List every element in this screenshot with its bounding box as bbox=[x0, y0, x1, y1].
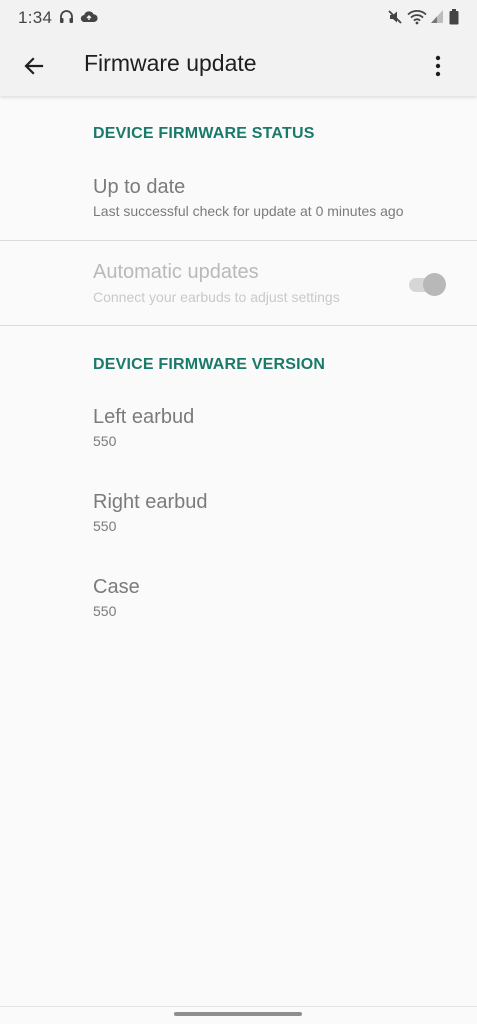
update-status-subtitle: Last successful check for update at 0 mi… bbox=[93, 203, 404, 219]
signal-icon bbox=[431, 10, 443, 23]
more-vert-icon bbox=[435, 55, 441, 77]
navigation-bar-divider bbox=[0, 1006, 477, 1007]
right-earbud-label: Right earbud bbox=[93, 491, 208, 513]
automatic-updates-title: Automatic updates bbox=[93, 261, 259, 283]
automatic-updates-subtitle: Connect your earbuds to adjust settings bbox=[93, 289, 340, 305]
gesture-handle[interactable] bbox=[174, 1012, 302, 1016]
case-version: 550 bbox=[93, 603, 117, 619]
back-button[interactable] bbox=[12, 44, 56, 88]
battery-icon bbox=[449, 9, 459, 25]
firmware-version-header: DEVICE FIRMWARE VERSION bbox=[93, 356, 326, 373]
update-status-title: Up to date bbox=[93, 176, 186, 198]
left-earbud-version: 550 bbox=[93, 433, 117, 449]
status-time: 1:34 bbox=[18, 8, 53, 27]
wifi-icon bbox=[407, 10, 427, 25]
case-label: Case bbox=[93, 576, 140, 598]
more-options-button[interactable] bbox=[417, 44, 461, 88]
arrow-back-icon bbox=[24, 57, 44, 75]
toggle-thumb bbox=[423, 273, 446, 296]
cloud-upload-icon bbox=[80, 11, 98, 23]
right-earbud-version: 550 bbox=[93, 518, 117, 534]
left-earbud-label: Left earbud bbox=[93, 406, 195, 428]
firmware-status-header: DEVICE FIRMWARE STATUS bbox=[93, 125, 315, 142]
divider bbox=[0, 240, 477, 241]
firmware-update-screen: 1:34 Firmware update DEVICE FIRMWARE STA… bbox=[0, 0, 477, 1024]
mute-icon bbox=[388, 10, 402, 24]
page-title: Firmware update bbox=[84, 50, 257, 76]
app-bar: Firmware update bbox=[0, 36, 477, 96]
divider bbox=[0, 325, 477, 326]
headphones-icon bbox=[60, 10, 73, 23]
automatic-updates-toggle[interactable] bbox=[407, 272, 447, 296]
status-bar: 1:34 bbox=[0, 0, 477, 36]
